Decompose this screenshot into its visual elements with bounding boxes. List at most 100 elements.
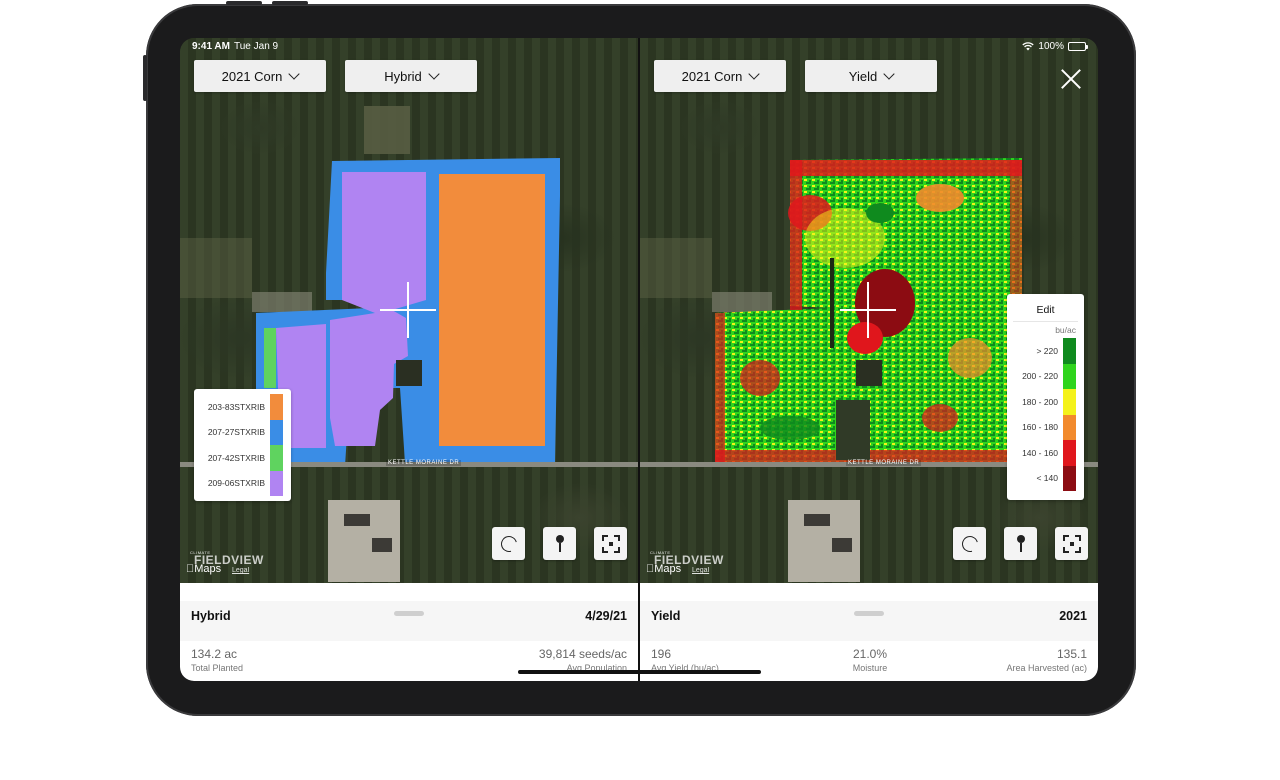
hybrid-zone-orange (439, 174, 545, 446)
legend-label: 160 - 180 (1022, 422, 1058, 433)
lasso-button[interactable] (492, 527, 525, 560)
crosshair-vertical (867, 282, 869, 338)
yield-low-zone (922, 404, 958, 432)
farmyard (396, 360, 422, 386)
lasso-icon (497, 532, 520, 555)
maps-label: Maps (646, 563, 681, 575)
stat-moisture: 21.0% Moisture (820, 647, 920, 673)
recenter-button[interactable] (1055, 527, 1088, 560)
road-label: KETTLE MORAINE DR (386, 460, 462, 466)
hybrid-map[interactable]: KETTLE MORAINE DR 2021 Corn Hybrid 203-8… (180, 38, 638, 583)
layer-dropdown[interactable]: Hybrid (345, 60, 477, 92)
legend-swatch (270, 470, 283, 496)
yield-low-zone (948, 338, 992, 378)
recenter-icon (601, 534, 620, 553)
legend-swatch (270, 394, 283, 420)
status-bar: 9:41 AM Tue Jan 9 100% (180, 38, 1098, 54)
legend-label: 209-06STXRIB (207, 478, 265, 489)
recenter-button[interactable] (594, 527, 627, 560)
hybrid-legend: 203-83STXRIB 207-27STXRIB 207-42STXRIB 2… (194, 389, 291, 501)
yield-high-zone (866, 203, 894, 223)
legend-item: > 220 (1013, 338, 1076, 364)
yield-legend: Edit bu/ac > 220 200 - 220 180 - 200 160… (1007, 294, 1084, 500)
season-dropdown[interactable]: 2021 Corn (194, 60, 326, 92)
panel-title: Hybrid (191, 609, 231, 623)
panel-header (180, 601, 638, 641)
recenter-icon (1062, 534, 1081, 553)
legend-swatch (1063, 465, 1076, 491)
lasso-button[interactable] (953, 527, 986, 560)
power-button (143, 55, 147, 101)
legend-label: < 140 (1036, 473, 1058, 484)
yield-pane: KETTLE MORAINE DR 2021 Corn Yield Edit b… (640, 38, 1098, 681)
legal-link[interactable]: Legal (232, 567, 249, 574)
stat-value: 39,814 seeds/ac (538, 647, 627, 661)
yield-high-zone (760, 416, 820, 440)
chevron-down-icon (883, 67, 895, 80)
yield-low-zone (916, 184, 964, 212)
chevron-down-icon (288, 67, 301, 80)
stat-value: 196 (651, 647, 672, 661)
stat-value: 21.0% (852, 647, 888, 661)
farm-buildings (836, 400, 870, 460)
split-divider[interactable] (638, 38, 640, 681)
panel-title: Yield (651, 609, 681, 623)
legend-swatch (1063, 440, 1076, 466)
road-label: KETTLE MORAINE DR (846, 460, 922, 466)
legend-edit-button[interactable]: Edit (1013, 298, 1078, 322)
legend-item: 203-83STXRIB (200, 394, 283, 420)
panel-year: 2021 (1059, 609, 1087, 623)
panel-header (640, 601, 1098, 641)
apple-maps-logo: Maps (646, 563, 681, 575)
hybrid-summary-panel[interactable]: Hybrid 4/29/21 134.2 ac Total Planted 39… (180, 583, 638, 681)
drop-pin-button[interactable] (543, 527, 576, 560)
legend-item: < 140 (1013, 465, 1076, 491)
wifi-icon (1022, 42, 1035, 51)
yield-low-edge (790, 160, 802, 310)
drop-pin-button[interactable] (1004, 527, 1037, 560)
season-dropdown[interactable]: 2021 Corn (654, 60, 786, 92)
yield-map[interactable]: KETTLE MORAINE DR 2021 Corn Yield Edit b… (640, 38, 1098, 583)
legend-label: > 220 (1036, 345, 1058, 356)
layer-dropdown-label: Hybrid (384, 68, 422, 84)
close-icon[interactable] (1060, 68, 1082, 90)
stat-value: 134.2 ac (191, 647, 238, 661)
drag-handle[interactable] (854, 611, 884, 616)
maps-label: Maps (186, 563, 221, 575)
yield-low-edge (790, 160, 1022, 176)
home-indicator[interactable] (518, 670, 761, 674)
layer-dropdown-label: Yield (848, 68, 878, 84)
yield-low-edge (715, 313, 725, 463)
legend-swatch (1063, 363, 1076, 389)
yield-low-zone (847, 322, 883, 354)
volume-button (226, 1, 262, 5)
legend-item: 209-06STXRIB (200, 470, 283, 496)
yield-lane (830, 258, 834, 348)
stat-value: 135.1 (1056, 647, 1087, 661)
layer-dropdown[interactable]: Yield (805, 60, 937, 92)
legend-label: 203-83STXRIB (207, 401, 265, 412)
yield-summary-panel[interactable]: Yield 2021 196 Avg Yield (bu/ac) 21.0% M… (640, 583, 1098, 681)
legend-swatch (1063, 338, 1076, 364)
legend-swatch (270, 419, 283, 445)
season-dropdown-label: 2021 Corn (221, 68, 283, 84)
pin-icon (1016, 534, 1026, 553)
legend-swatch (1063, 389, 1076, 415)
lasso-icon (958, 532, 981, 555)
legend-swatch (270, 445, 283, 471)
legend-label: 207-27STXRIB (207, 427, 265, 438)
legal-link[interactable]: Legal (692, 567, 709, 574)
legend-item: 140 - 160 (1013, 440, 1076, 466)
legend-label: 207-42STXRIB (207, 452, 265, 463)
legend-label: 200 - 220 (1022, 371, 1058, 382)
farmyard (856, 360, 882, 386)
drag-handle[interactable] (394, 611, 424, 616)
screen: 9:41 AM Tue Jan 9 100% KETTLE MORAINE DR… (180, 38, 1098, 681)
hybrid-zone-green (264, 328, 276, 388)
hybrid-pane: KETTLE MORAINE DR 2021 Corn Hybrid 203-8… (180, 38, 638, 681)
volume-button (272, 1, 308, 5)
status-date: Tue Jan 9 (234, 41, 279, 52)
stat-label: Area Harvested (ac) (1006, 663, 1087, 673)
battery-percent: 100% (1038, 41, 1064, 52)
stat-label: Moisture (852, 663, 888, 673)
